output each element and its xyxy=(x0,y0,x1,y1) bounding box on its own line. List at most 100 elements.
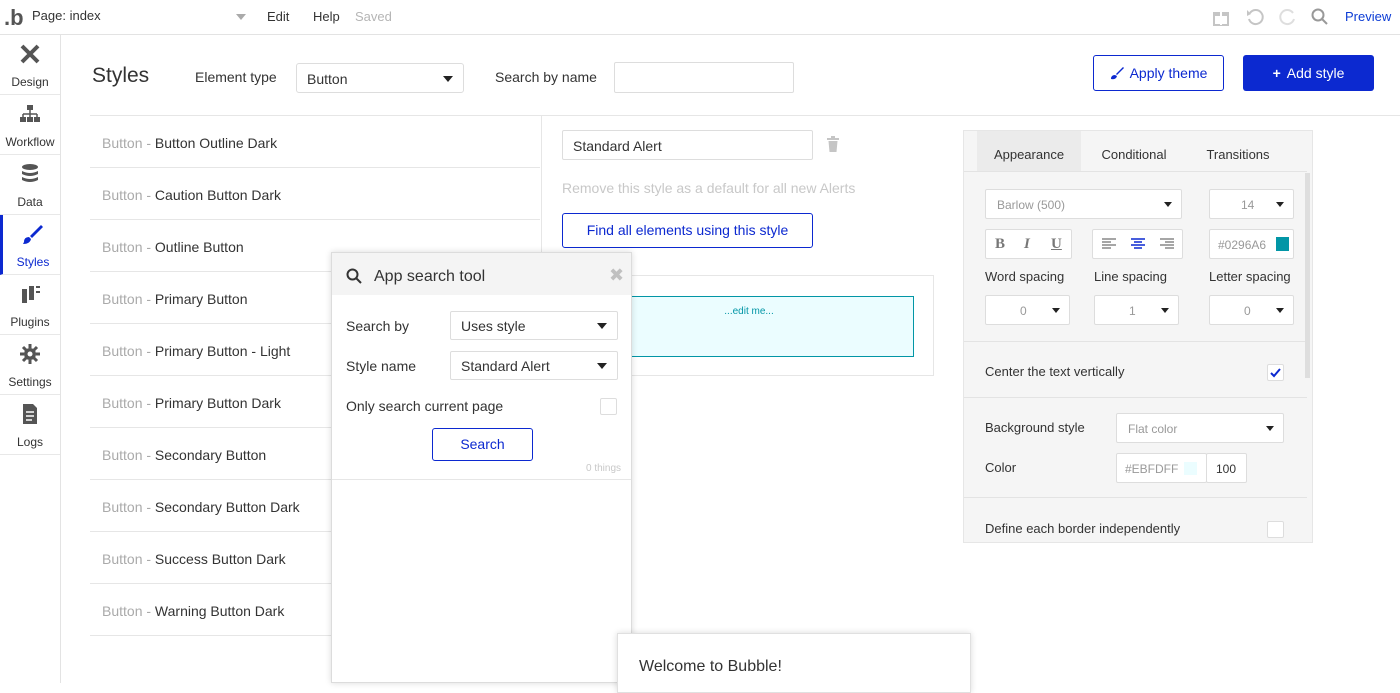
style-name: Outline Button xyxy=(154,239,244,255)
line-spacing-dropdown[interactable]: 1 xyxy=(1094,295,1179,325)
background-color-swatch xyxy=(1184,462,1197,475)
bubble-logo[interactable]: .b xyxy=(4,5,24,31)
brush-icon xyxy=(22,225,43,244)
trash-icon[interactable] xyxy=(826,136,840,152)
nav-plugins[interactable]: Plugins xyxy=(0,275,60,335)
style-type-prefix: Button - xyxy=(102,603,155,619)
nav-label: Styles xyxy=(16,255,50,269)
close-icon[interactable]: ✖ xyxy=(609,265,624,286)
text-format-group: B I U xyxy=(985,229,1072,259)
nav-label: Workflow xyxy=(5,135,55,149)
preview-link[interactable]: Preview xyxy=(1345,9,1391,24)
search-button[interactable]: Search xyxy=(432,428,533,461)
font-family-dropdown[interactable]: Barlow (500) xyxy=(985,189,1182,219)
style-name: Primary Button xyxy=(154,291,248,307)
letter-spacing-value: 0 xyxy=(1244,304,1251,318)
tab-conditional[interactable]: Conditional xyxy=(1089,131,1179,171)
style-name-dropdown[interactable]: Standard Alert xyxy=(450,351,618,380)
chevron-down-icon xyxy=(1266,426,1274,431)
italic-button[interactable]: I xyxy=(1024,236,1030,253)
search-tool-header[interactable]: App search tool ✖ xyxy=(332,253,631,295)
font-size-dropdown[interactable]: 14 xyxy=(1209,189,1294,219)
tab-appearance[interactable]: Appearance xyxy=(977,131,1081,171)
menu-help[interactable]: Help xyxy=(313,9,340,24)
border-independent-checkbox[interactable] xyxy=(1267,521,1284,538)
undo-icon[interactable] xyxy=(1245,7,1265,27)
style-name: Warning Button Dark xyxy=(154,603,285,619)
add-style-button[interactable]: + Add style xyxy=(1243,55,1374,91)
apply-theme-button[interactable]: Apply theme xyxy=(1093,55,1224,91)
document-icon xyxy=(23,404,37,424)
align-left-icon[interactable] xyxy=(1102,238,1116,250)
nav-settings[interactable]: Settings xyxy=(0,335,60,395)
tab-transitions[interactable]: Transitions xyxy=(1194,131,1282,171)
letter-spacing-dropdown[interactable]: 0 xyxy=(1209,295,1294,325)
nav-styles[interactable]: Styles xyxy=(0,215,60,275)
style-type-prefix: Button - xyxy=(102,291,155,307)
search-icon[interactable] xyxy=(1310,7,1330,27)
search-by-name-input[interactable] xyxy=(614,62,794,93)
plug-icon xyxy=(22,286,40,303)
page-selector-label: Page: index xyxy=(32,8,101,23)
nav-logs[interactable]: Logs xyxy=(0,395,60,455)
app-search-tool-dialog: App search tool ✖ Search by Uses style S… xyxy=(331,252,632,683)
search-by-dropdown[interactable]: Uses style xyxy=(450,311,618,340)
chevron-down-icon xyxy=(1276,202,1284,207)
current-page-checkbox[interactable] xyxy=(600,398,617,415)
nav-design[interactable]: Design xyxy=(0,35,60,95)
line-spacing-value: 1 xyxy=(1129,304,1136,318)
chevron-down-icon xyxy=(1276,308,1284,313)
nav-label: Plugins xyxy=(10,315,50,329)
chevron-down-icon xyxy=(597,323,607,329)
alert-preview[interactable]: ...edit me... xyxy=(584,296,914,357)
center-vertically-checkbox[interactable] xyxy=(1267,364,1284,381)
chevron-down-icon xyxy=(236,14,246,20)
background-style-dropdown[interactable]: Flat color xyxy=(1116,413,1284,443)
remove-default-link[interactable]: Remove this style as a default for all n… xyxy=(562,180,855,196)
underline-button[interactable]: U xyxy=(1051,236,1062,253)
nav-label: Settings xyxy=(8,375,52,389)
nav-label: Design xyxy=(11,75,49,89)
word-spacing-label: Word spacing xyxy=(985,269,1065,284)
element-type-label: Element type xyxy=(195,69,277,85)
style-name: Primary Button Dark xyxy=(154,395,281,411)
align-center-icon[interactable] xyxy=(1131,238,1145,250)
align-right-icon[interactable] xyxy=(1160,238,1174,250)
chevron-down-icon xyxy=(1161,308,1169,313)
welcome-text: Welcome to Bubble! xyxy=(639,658,782,675)
word-spacing-dropdown[interactable]: 0 xyxy=(985,295,1070,325)
style-type-prefix: Button - xyxy=(102,499,155,515)
page-title: Styles xyxy=(92,64,150,87)
nav-data[interactable]: Data xyxy=(0,155,60,215)
left-nav: Design Workflow Data Styles Plugins Sett… xyxy=(0,35,61,683)
current-page-label: Only search current page xyxy=(346,398,504,414)
menu-edit[interactable]: Edit xyxy=(267,9,289,24)
result-count: 0 things xyxy=(586,463,622,474)
design-icon xyxy=(20,44,40,64)
text-color-value: #0296A6 xyxy=(1218,238,1267,252)
background-opacity-value: 100 xyxy=(1216,462,1237,476)
database-icon xyxy=(22,164,38,182)
text-color-picker[interactable]: #0296A6 xyxy=(1209,229,1294,259)
nav-label: Logs xyxy=(16,435,44,449)
style-type-prefix: Button - xyxy=(102,135,155,151)
background-color-picker[interactable]: #EBFDFF xyxy=(1116,453,1207,483)
style-name: Secondary Button Dark xyxy=(154,499,300,515)
page-selector[interactable]: Page: index xyxy=(32,8,250,28)
background-opacity-input[interactable]: 100 xyxy=(1206,453,1247,483)
checkmark-icon xyxy=(1270,368,1281,378)
bold-button[interactable]: B xyxy=(995,236,1005,253)
welcome-popup: Welcome to Bubble! xyxy=(617,633,971,693)
element-type-dropdown[interactable]: Button xyxy=(296,63,464,93)
background-style-label: Background style xyxy=(985,420,1085,435)
nav-workflow[interactable]: Workflow xyxy=(0,95,60,155)
line-spacing-label: Line spacing xyxy=(1094,269,1167,284)
style-list-item[interactable]: Button - Button Outline Dark xyxy=(90,116,540,168)
gift-icon[interactable] xyxy=(1211,7,1231,27)
style-name-input[interactable]: Standard Alert xyxy=(562,130,813,160)
style-list-item[interactable]: Button - Caution Button Dark xyxy=(90,168,540,220)
background-color-value: #EBFDFF xyxy=(1125,462,1179,476)
panel-scrollbar[interactable] xyxy=(1305,173,1310,378)
redo-icon[interactable] xyxy=(1278,7,1298,27)
find-all-elements-button[interactable]: Find all elements using this style xyxy=(562,213,813,248)
